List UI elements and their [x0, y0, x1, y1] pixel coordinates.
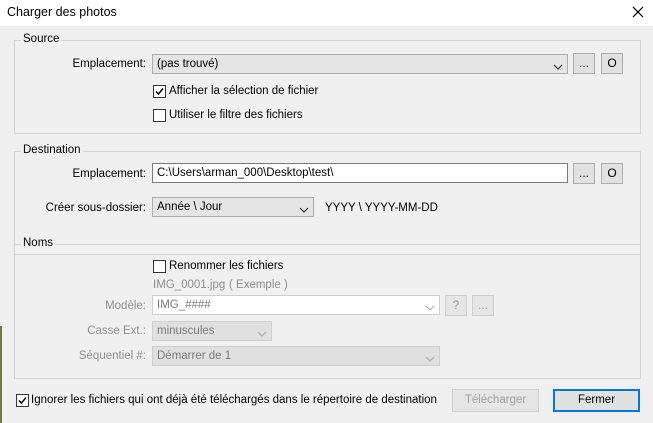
ext-case-value: minuscules [157, 325, 215, 337]
chevron-down-icon [425, 352, 435, 362]
destination-location-input[interactable]: C:\Users\arman_000\Desktop\test\ [152, 163, 568, 183]
ignore-downloaded-checkbox[interactable] [16, 394, 29, 407]
close-button[interactable]: Fermer [553, 389, 640, 412]
close-icon[interactable] [630, 4, 646, 20]
ignore-downloaded-label[interactable]: Ignorer les fichiers qui ont déjà été té… [31, 394, 437, 406]
subfolder-combo[interactable]: Année \ Jour [152, 197, 314, 217]
sequence-label: Séquentiel #: [78, 350, 146, 362]
checkmark-icon [155, 88, 164, 96]
show-file-selection-label[interactable]: Afficher la sélection de fichier [169, 85, 318, 97]
destination-browse-button[interactable]: ... [573, 163, 595, 184]
source-location-combo[interactable]: (pas trouvé) [152, 54, 568, 74]
window-title: Charger des photos [7, 5, 117, 19]
model-more-button[interactable]: ... [472, 295, 494, 316]
model-label: Modèle: [105, 300, 146, 312]
source-browse-button[interactable]: ... [573, 53, 595, 74]
chevron-down-icon [553, 60, 563, 70]
sequence-value: Démarrer de 1 [157, 350, 232, 362]
source-open-button[interactable]: O [601, 53, 623, 74]
subfolder-value: Année \ Jour [157, 201, 223, 213]
background-window-edge [0, 326, 2, 423]
checkmark-icon [18, 397, 27, 405]
chevron-down-icon [257, 327, 267, 337]
download-button[interactable]: Télécharger [452, 389, 539, 412]
model-value: IMG_#### [157, 299, 211, 311]
destination-location-label: Emplacement: [72, 168, 146, 180]
example-tag: ( Exemple ) [229, 279, 288, 291]
subfolder-pattern: YYYY \ YYYY-MM-DD [325, 202, 438, 214]
ext-case-combo[interactable]: minuscules [152, 321, 272, 341]
destination-legend: Destination [21, 144, 83, 156]
chevron-down-icon [425, 301, 435, 311]
chevron-down-icon [299, 203, 309, 213]
example-filename: IMG_0001.jpg [153, 279, 226, 291]
sequence-combo[interactable]: Démarrer de 1 [152, 346, 440, 366]
rename-files-label[interactable]: Renommer les fichiers [169, 260, 283, 272]
show-file-selection-checkbox[interactable] [153, 85, 166, 98]
ext-case-label: Casse Ext.: [87, 325, 146, 337]
dialog-body: Source Emplacement: (pas trouvé) ... O A… [0, 26, 653, 423]
model-help-button[interactable]: ? [445, 295, 467, 316]
names-legend: Noms [21, 237, 56, 249]
destination-location-value: C:\Users\arman_000\Desktop\test\ [157, 167, 334, 179]
use-file-filter-label[interactable]: Utiliser le filtre des fichiers [169, 109, 303, 121]
source-location-label: Emplacement: [72, 58, 146, 70]
use-file-filter-checkbox[interactable] [153, 109, 166, 122]
subfolder-label: Créer sous-dossier: [45, 202, 146, 214]
source-legend: Source [21, 33, 62, 45]
title-bar: Charger des photos [0, 0, 653, 26]
destination-open-button[interactable]: O [601, 163, 623, 184]
source-location-value: (pas trouvé) [157, 58, 219, 70]
model-combo[interactable]: IMG_#### [152, 295, 440, 315]
rename-files-checkbox[interactable] [153, 260, 166, 273]
